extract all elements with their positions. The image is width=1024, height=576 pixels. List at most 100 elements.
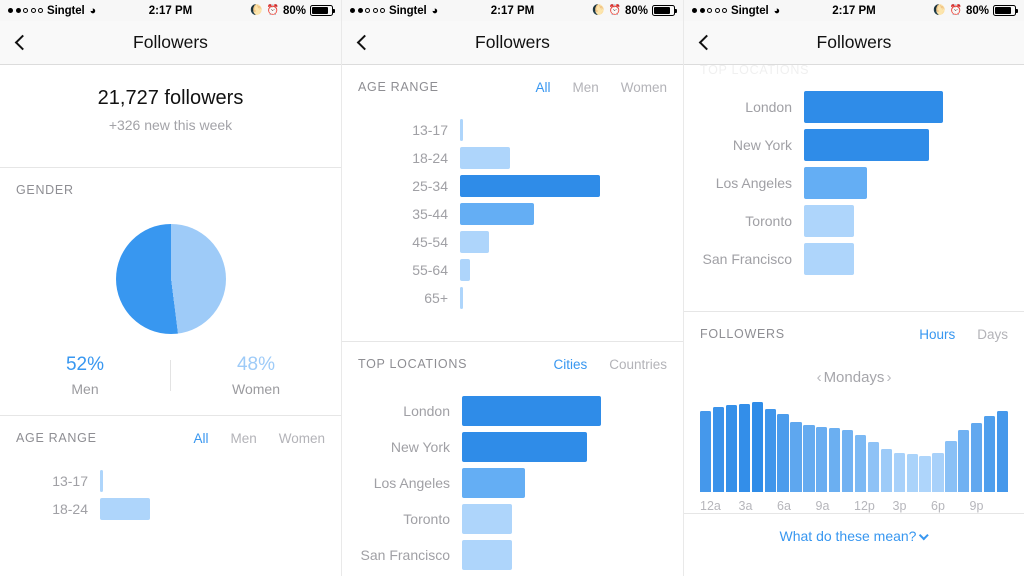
age-range-section-title: AGE RANGE <box>16 431 97 445</box>
tab-women[interactable]: Women <box>279 431 325 446</box>
hour-bar <box>725 404 738 492</box>
status-bar-3: Singtel ◕ 2:17 PM 🌔 ⏰ 80% <box>684 0 1024 21</box>
hour-bar <box>803 424 815 492</box>
signal-strength-icon <box>350 8 385 13</box>
alarm-icon: ⏰ <box>608 5 621 16</box>
bar <box>460 147 511 169</box>
hour-bar <box>945 440 957 492</box>
battery-icon <box>993 5 1018 16</box>
status-bar-left: Singtel ◕ <box>8 5 96 17</box>
day-selector-label: Mondays <box>823 369 885 386</box>
tab-men[interactable]: Men <box>230 431 256 446</box>
bar-row: Toronto <box>350 504 667 534</box>
tab-women[interactable]: Women <box>621 80 667 95</box>
alarm-icon: ⏰ <box>266 5 279 16</box>
battery-percent: 80% <box>624 4 648 17</box>
bar-label: 18-24 <box>52 501 88 517</box>
battery-icon <box>310 5 335 16</box>
bar-label: New York <box>390 439 450 455</box>
bar <box>460 231 490 253</box>
bar <box>804 167 867 199</box>
phone-screen-2: Singtel ◕ 2:17 PM 🌔 ⏰ 80% Followers AGE … <box>341 0 683 576</box>
tab-all[interactable]: All <box>535 80 550 95</box>
hour-bar <box>958 429 970 492</box>
hour-bar <box>816 426 828 492</box>
bar-label: San Francisco <box>360 547 450 563</box>
bar-row: 55-64 <box>350 259 667 281</box>
men-label: Men <box>71 381 99 397</box>
footer-link-label: What do these mean? <box>779 528 917 544</box>
tab-hours[interactable]: Hours <box>919 327 955 342</box>
moon-icon: 🌔 <box>592 5 605 16</box>
bar-label: Los Angeles <box>373 475 450 491</box>
battery-icon <box>652 5 677 16</box>
back-button[interactable] <box>342 21 386 65</box>
nav-bar-2: Followers <box>342 21 683 65</box>
bar-row: Los Angeles <box>350 468 667 498</box>
pie-chart-graphic <box>115 224 226 334</box>
tab-men[interactable]: Men <box>572 80 598 95</box>
battery-percent: 80% <box>965 4 989 17</box>
age-range-segmented-control-1: All Men Women <box>193 431 325 446</box>
phone-screen-3: Singtel ◕ 2:17 PM 🌔 ⏰ 80% Followers TOP … <box>683 0 1024 576</box>
bar-label: Toronto <box>745 213 792 229</box>
bar <box>460 287 463 309</box>
bar <box>462 504 513 534</box>
bar-row: 13-17 <box>350 119 667 141</box>
tab-all[interactable]: All <box>193 431 208 446</box>
hour-bar <box>700 411 712 492</box>
status-bar-2: Singtel ◕ 2:17 PM 🌔 ⏰ 80% <box>342 0 683 21</box>
age-range-segmented-control-2: All Men Women <box>535 80 667 95</box>
tab-cities[interactable]: Cities <box>553 357 587 372</box>
page-title: Followers <box>816 32 892 52</box>
gender-stat-men: 52% Men <box>0 354 170 397</box>
hour-tick-label: 3p <box>892 499 907 513</box>
followers-count: 21,727 followers <box>97 87 244 109</box>
bar-label: 35-44 <box>412 206 448 222</box>
carrier-name: Singtel <box>47 4 85 17</box>
hour-tick-label: 9p <box>969 499 984 513</box>
wifi-icon: ◕ <box>773 4 781 17</box>
bar-row: London <box>692 91 1008 123</box>
men-percent: 52% <box>65 354 105 375</box>
prev-day-icon[interactable]: ‹ <box>815 369 824 386</box>
tab-countries[interactable]: Countries <box>609 357 667 372</box>
hour-bar <box>867 442 880 492</box>
top-locations-section-title: TOP LOCATIONS <box>358 357 468 371</box>
signal-strength-icon <box>692 8 727 13</box>
followers-delta: +326 new this week <box>108 117 233 133</box>
bar-row: 13-17 <box>8 470 325 492</box>
age-range-bar-chart-2: 13-17 18-24 25-34 35-44 45-54 55-64 65+ <box>342 109 683 323</box>
back-button[interactable] <box>0 21 44 65</box>
hour-bar <box>841 430 854 492</box>
hour-bar <box>738 403 751 492</box>
bar <box>462 468 525 498</box>
wifi-icon: ◕ <box>89 4 97 17</box>
status-bar-right: 🌔 ⏰ 80% <box>592 4 677 17</box>
back-button[interactable] <box>684 21 728 65</box>
tab-days[interactable]: Days <box>977 327 1008 342</box>
followers-section-title: FOLLOWERS <box>700 327 785 341</box>
gender-pie-chart <box>0 212 341 338</box>
hour-tick-label: 12p <box>854 499 875 513</box>
hour-axis-labels: 12a 3a 6a 9a 12p 3p 6p 9p <box>700 499 1008 513</box>
hour-bar <box>829 427 841 492</box>
gender-stat-women: 48% Women <box>171 354 341 397</box>
hour-bar <box>893 453 905 492</box>
phone-screen-1: Singtel ◕ 2:17 PM 🌔 ⏰ 80% Followers 21,7… <box>0 0 341 576</box>
nav-bar-3: Followers <box>684 21 1024 65</box>
bar-row: San Francisco <box>350 540 667 570</box>
bar-row: Toronto <box>692 205 1008 237</box>
wifi-icon: ◕ <box>431 4 439 17</box>
carrier-name: Singtel <box>731 4 769 17</box>
status-bar-1: Singtel ◕ 2:17 PM 🌔 ⏰ 80% <box>0 0 341 21</box>
day-selector[interactable]: ‹ Mondays › <box>684 356 1024 394</box>
chevron-left-icon <box>698 34 714 51</box>
hour-bar <box>790 422 802 492</box>
signal-strength-icon <box>8 8 43 13</box>
what-do-these-mean-link[interactable]: What do these mean? <box>684 513 1024 558</box>
hour-tick-label: 3a <box>738 499 753 513</box>
next-day-icon[interactable]: › <box>884 369 893 386</box>
page-title: Followers <box>475 32 550 52</box>
bar-label: London <box>745 99 792 115</box>
